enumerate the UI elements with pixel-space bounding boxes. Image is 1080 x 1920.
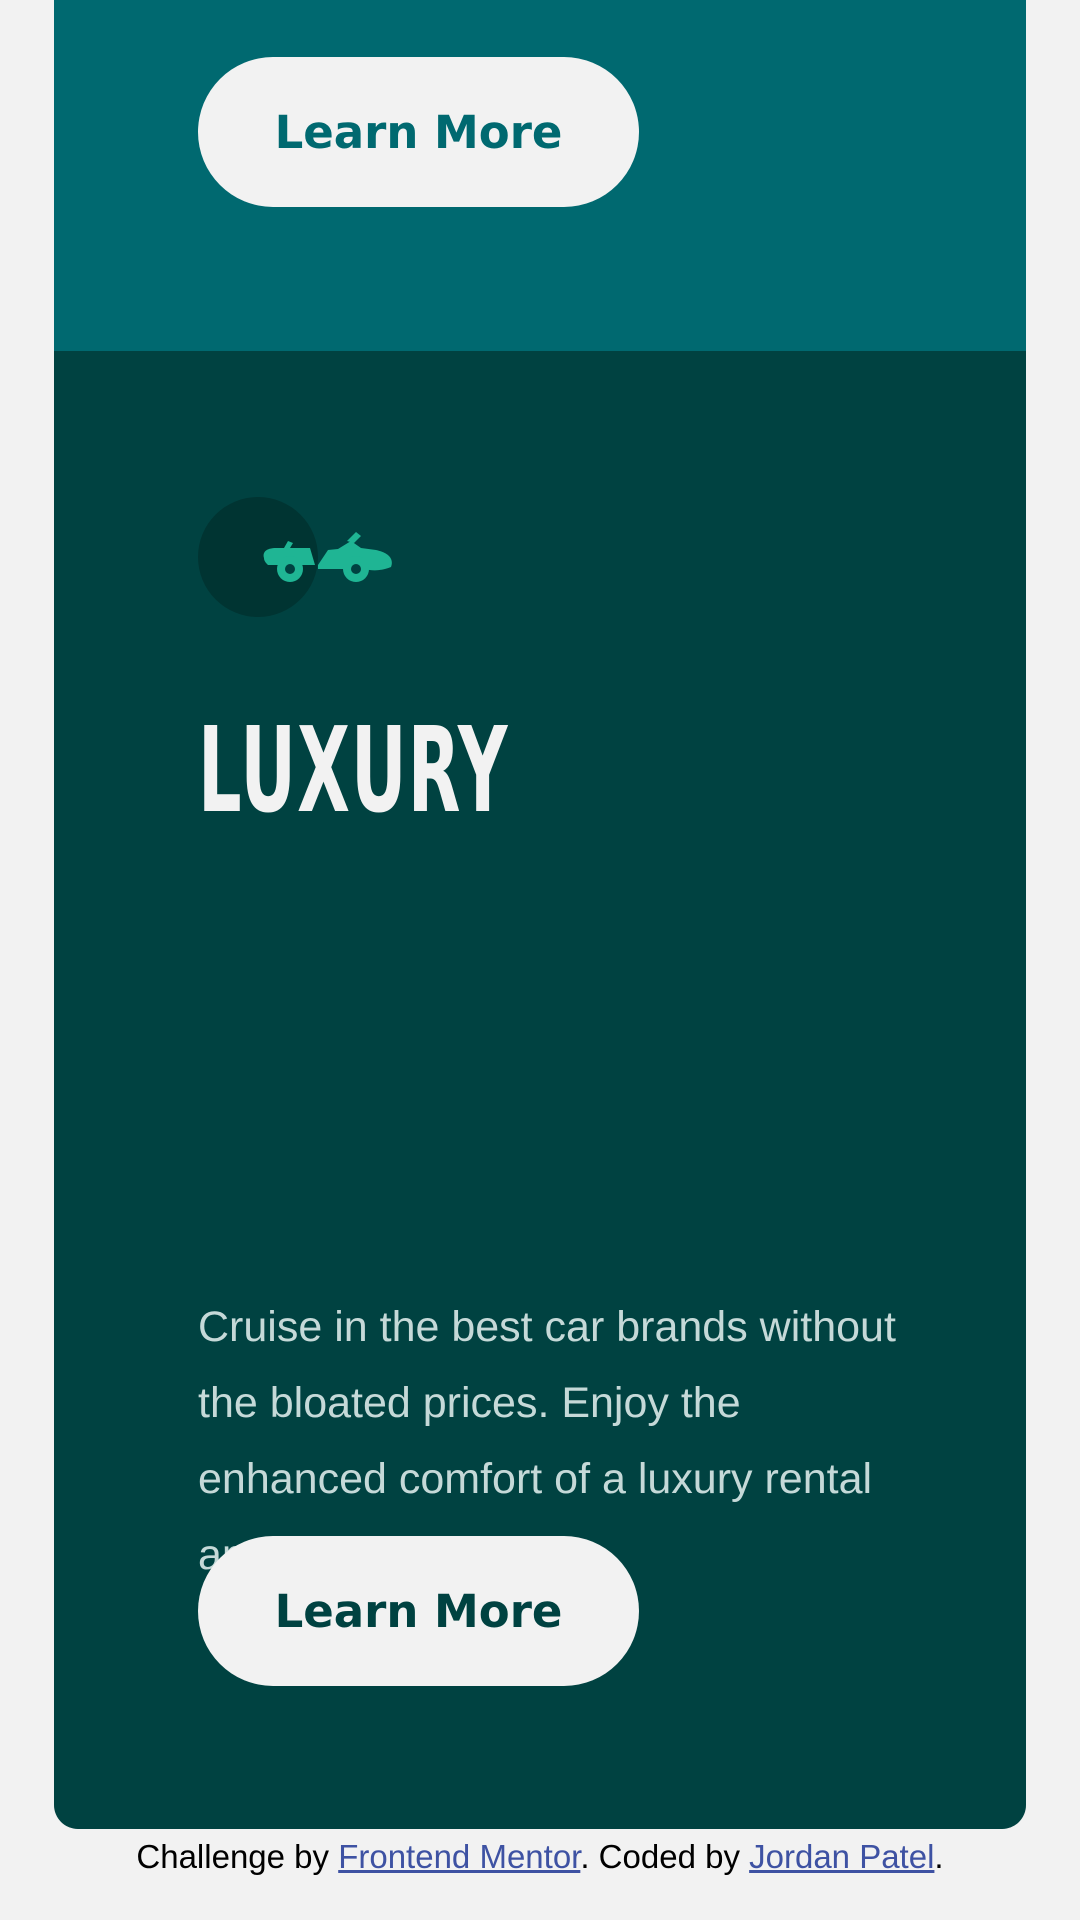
author-link[interactable]: Jordan Patel <box>749 1838 934 1875</box>
luxury-title: LUXURY <box>198 701 509 839</box>
attribution-suffix: . <box>934 1838 944 1875</box>
attribution: Challenge by Frontend Mentor. Coded by J… <box>0 1836 1080 1878</box>
sports-car-icon <box>198 495 398 625</box>
luxury-section: LUXURY Cruise in the best car brands wit… <box>54 351 1026 1829</box>
luxury-learn-more-button[interactable]: Learn More <box>198 1536 639 1686</box>
frontend-mentor-link[interactable]: Frontend Mentor <box>338 1838 580 1875</box>
attribution-middle: . Coded by <box>580 1838 750 1875</box>
product-card: Learn More LUXURY Cruise in the best car… <box>54 0 1026 1829</box>
attribution-prefix: Challenge by <box>136 1838 339 1875</box>
suv-learn-more-button[interactable]: Learn More <box>198 57 639 207</box>
suv-section: Learn More <box>54 0 1026 351</box>
